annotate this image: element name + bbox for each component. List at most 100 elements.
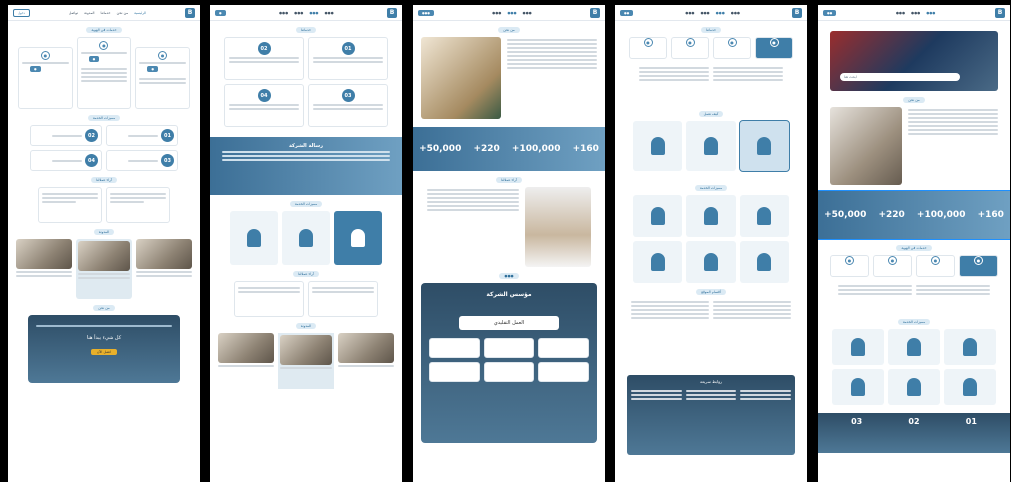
cta-banner: كل شيء يبدأ هنا اتصل الآن	[28, 315, 180, 383]
service-lists	[615, 59, 807, 105]
section-title: خدماتنا	[295, 27, 317, 33]
testimonials	[210, 281, 402, 317]
stat-value: +160	[572, 144, 599, 154]
stat-value: +220	[878, 210, 905, 220]
feature-number: 03	[161, 154, 174, 167]
section-title: من نحن	[498, 27, 520, 33]
about-photo	[421, 37, 501, 119]
section-title: خدمات في الهوية	[86, 27, 122, 33]
login-button[interactable]: ●	[215, 9, 226, 16]
team-card[interactable]	[538, 338, 589, 358]
feature-card: 03	[106, 150, 178, 171]
step-number: 02	[908, 417, 920, 426]
blog-card[interactable]	[16, 239, 72, 299]
card-button[interactable]: ●	[88, 56, 100, 62]
feature-illustrations	[818, 329, 1010, 405]
service-card[interactable]: ● ●	[135, 47, 190, 109]
feature-illustration	[230, 211, 278, 265]
team-card[interactable]	[429, 362, 480, 382]
about-section	[413, 37, 605, 119]
mission-banner: رسالة الشركة	[210, 137, 402, 195]
section-title: المدونة	[93, 229, 115, 235]
section-title: أقسام الموقع	[696, 289, 726, 295]
card-button[interactable]: ●	[30, 66, 41, 72]
cta-text: كل شيء يبدأ هنا	[86, 335, 122, 341]
logo-icon[interactable]: B	[792, 7, 802, 18]
section-title: المدونة	[295, 323, 317, 329]
login-button[interactable]: ●●	[823, 9, 837, 16]
service-tab[interactable]: ●	[873, 255, 912, 277]
service-tab[interactable]: ●	[671, 37, 709, 59]
blog-card[interactable]	[278, 333, 334, 389]
social-icons[interactable]: ●●●	[418, 9, 434, 16]
blog-card[interactable]	[338, 333, 394, 389]
service-icon: ●	[158, 51, 168, 60]
stats-banner: +50,000 +220 +100,000 +160	[413, 127, 605, 171]
card-button[interactable]: ●	[147, 66, 158, 72]
testimonial-card	[38, 187, 102, 223]
logo-icon[interactable]: B	[387, 7, 397, 18]
site-sections	[615, 299, 807, 369]
cta-button[interactable]: اتصل الآن	[90, 349, 118, 355]
team-card[interactable]	[483, 338, 535, 358]
stat-value: +160	[977, 210, 1004, 220]
blog-cards	[8, 239, 200, 299]
section-title: آراء عملائنا	[91, 177, 117, 183]
numbered-card: 01	[308, 37, 388, 80]
team-card[interactable]	[429, 338, 480, 358]
feature-illustration	[282, 211, 330, 265]
stats-banner: +50,000 +220 +100,000 +160	[818, 190, 1010, 240]
feature-illustrations	[615, 195, 807, 283]
nav-link[interactable]: الرئيسية	[134, 11, 146, 15]
blog-card[interactable]	[218, 333, 274, 389]
logo-icon[interactable]: B	[994, 7, 1005, 18]
numbered-cards: 02 01 04 03	[210, 37, 402, 127]
service-tab[interactable]: ●	[713, 37, 751, 59]
nav-link[interactable]: خدماتنا	[101, 11, 111, 15]
service-card[interactable]: ● ●	[76, 37, 132, 109]
stat-value: +100,000	[511, 144, 561, 154]
login-button[interactable]: دخول	[13, 8, 30, 17]
service-tab[interactable]: ●	[959, 255, 998, 277]
blog-card[interactable]	[76, 239, 132, 299]
service-tabs: ● ● ● ●	[615, 37, 807, 59]
section-title: آراء عملائنا	[496, 177, 522, 183]
nav-link[interactable]: تواصل	[69, 11, 78, 15]
team-card[interactable]	[538, 362, 589, 382]
numbered-card: 02	[224, 37, 304, 80]
logo-icon[interactable]: B	[185, 7, 195, 18]
section-title: آراء عملائنا	[293, 271, 319, 277]
footer-title: روابط سريعة	[700, 379, 722, 384]
service-lists	[818, 277, 1010, 313]
nav-link[interactable]: المدونة	[84, 11, 94, 15]
navbar: ● ●●● ●●● ●●● ●●● B	[210, 5, 402, 21]
service-tab[interactable]: ●	[755, 37, 793, 59]
stat-value: +50,000	[419, 144, 462, 154]
logo-icon[interactable]: B	[590, 7, 600, 18]
section-title: خدماتنا	[700, 27, 722, 33]
illustration-cards	[210, 211, 402, 265]
navbar: ●● ●●● ●●● ●●● ●●● B	[615, 5, 807, 21]
section-title: مميزات الخدمة	[289, 201, 323, 207]
section-title: مميزات الخدمة	[897, 319, 931, 325]
navbar: ●●● ●●● ●●● ●●● B	[413, 5, 605, 21]
page-preview-3: ●●● ●●● ●●● ●●● B من نحن +50,000 +220 +100,0…	[413, 5, 605, 482]
blog-card[interactable]	[136, 239, 192, 299]
service-cards: ● ● ● ● ● ●	[8, 37, 200, 109]
team-section: مؤسس الشركة العمل التقليدي	[421, 283, 597, 443]
page-preview-5: ●● ●●● ●●● ●●● B ابحث هنا من نحن +50,000 +22…	[818, 5, 1010, 482]
nav-link[interactable]: من نحن	[117, 11, 129, 15]
stat-value: +100,000	[916, 210, 966, 220]
service-tab[interactable]: ●	[629, 37, 667, 59]
service-tab[interactable]: ●	[916, 255, 955, 277]
avatar	[525, 187, 591, 267]
feature-illustration	[334, 211, 382, 265]
feature-number: 01	[161, 129, 174, 142]
service-icon: ●	[40, 51, 50, 60]
service-tab[interactable]: ●	[830, 255, 869, 277]
team-card[interactable]	[483, 362, 535, 382]
footer: روابط سريعة	[627, 375, 795, 455]
service-card[interactable]: ● ●	[18, 47, 73, 109]
social-icons[interactable]: ●●	[620, 9, 634, 16]
search-input[interactable]: ابحث هنا	[840, 73, 960, 81]
